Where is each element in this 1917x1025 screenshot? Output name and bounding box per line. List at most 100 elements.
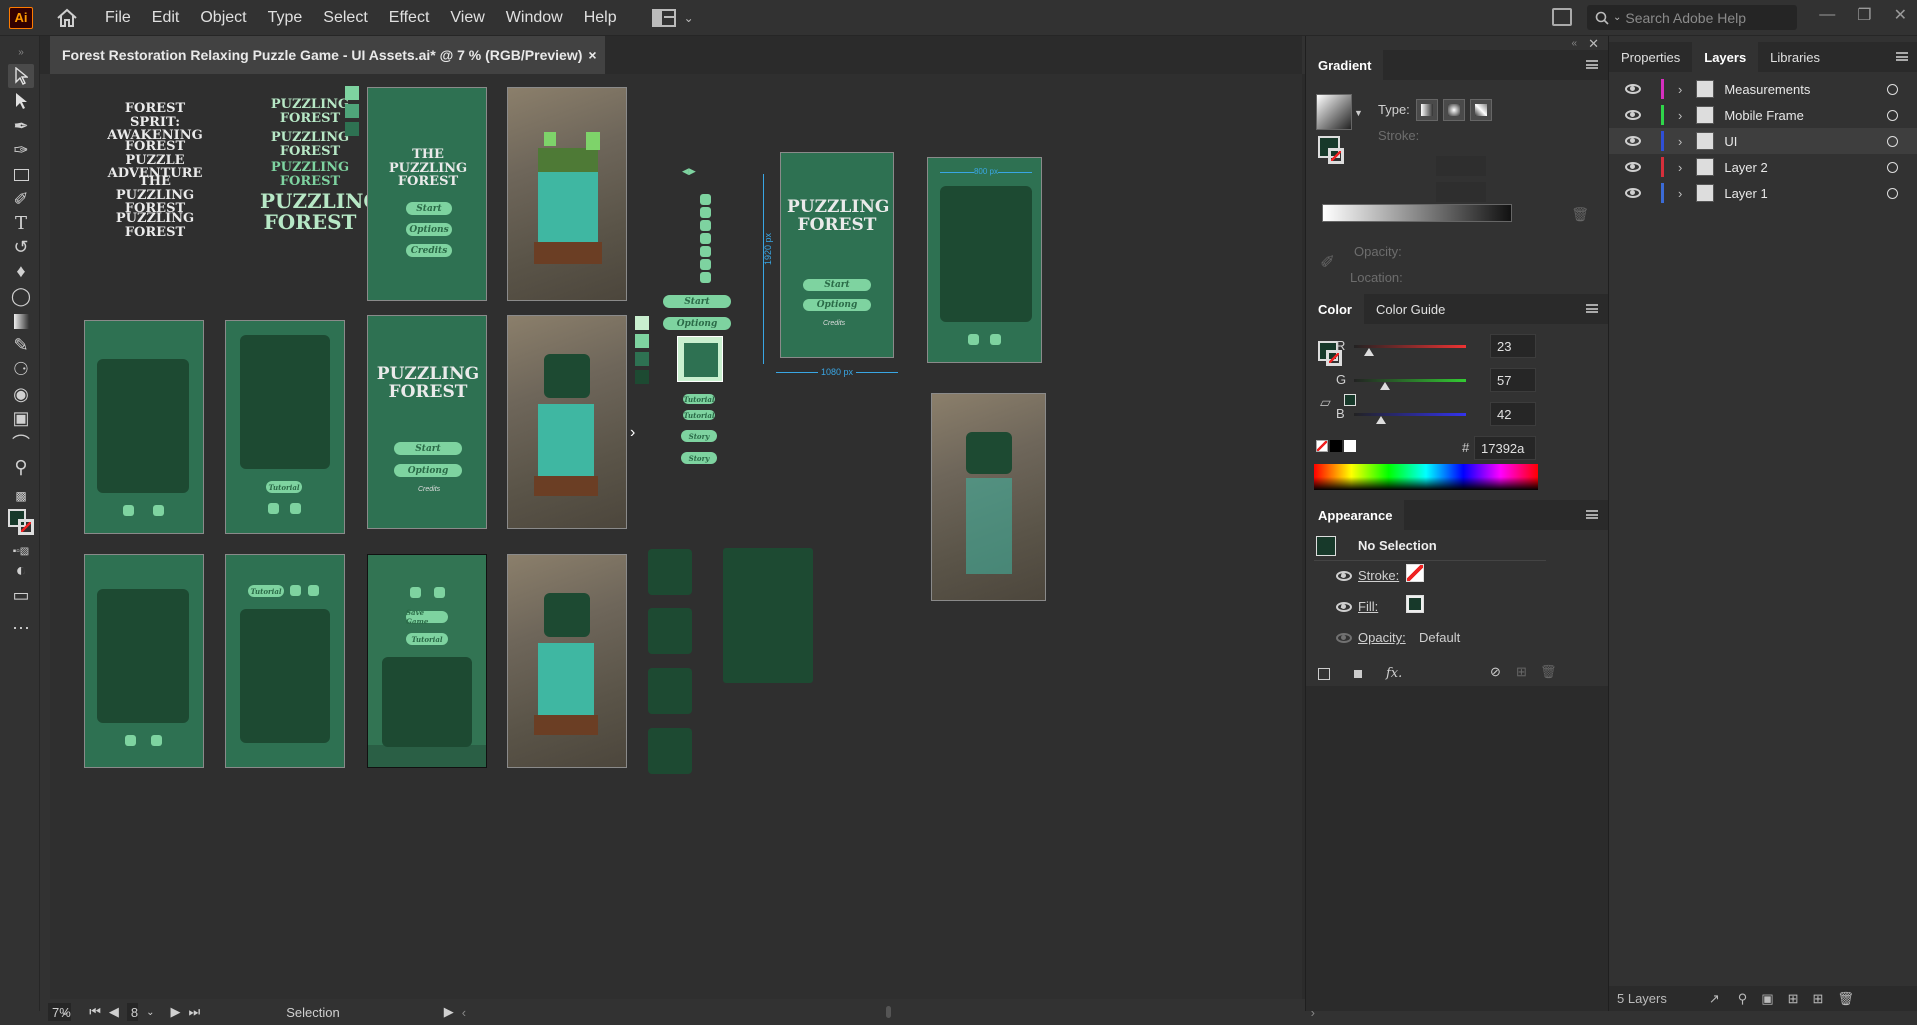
none-swatch[interactable]	[1316, 440, 1328, 452]
layer-target-icon[interactable]	[1887, 135, 1898, 147]
artboard-menu-2[interactable]: PUZZLING FOREST Start Optiong Credits	[367, 315, 487, 529]
music-icon[interactable]	[290, 503, 301, 514]
layer-row-mobile-frame[interactable]: › Mobile Frame	[1609, 102, 1917, 128]
rectangle-tool-icon[interactable]	[8, 163, 34, 187]
radial-gradient-icon[interactable]	[1443, 99, 1465, 121]
screen-mode-icon[interactable]: ▭	[8, 583, 34, 607]
g-slider[interactable]	[1354, 379, 1466, 382]
appearance-menu-icon[interactable]	[1586, 510, 1598, 519]
web-safe-swatch[interactable]	[1344, 394, 1356, 406]
draw-mode-icon[interactable]: ◐	[8, 558, 34, 582]
menu-file[interactable]: File	[105, 9, 131, 27]
music-icon[interactable]	[151, 735, 162, 746]
freeform-gradient-icon[interactable]	[1470, 99, 1492, 121]
lasso-tool-icon[interactable]: ◯	[8, 284, 34, 308]
artboard-menu-1[interactable]: THE PUZZLING FOREST Start Options Credit…	[367, 87, 487, 301]
layer-target-icon[interactable]	[1887, 161, 1898, 173]
preview-artboard-1[interactable]	[507, 87, 627, 301]
preview-artboard-3[interactable]	[507, 554, 627, 768]
fill-expand-icon[interactable]: ›	[1340, 597, 1344, 612]
cube-icon[interactable]: ▱	[1320, 394, 1331, 411]
tutorial-button-sm[interactable]: Tutorial	[683, 394, 715, 404]
layer-name[interactable]: Layer 2	[1724, 160, 1767, 175]
layer-name[interactable]: Layer 1	[1724, 186, 1767, 201]
start-button-2[interactable]: Start	[394, 442, 462, 455]
layer-target-icon[interactable]	[1887, 187, 1898, 199]
appearance-tab[interactable]: Appearance	[1306, 500, 1405, 530]
layer-row-ui[interactable]: › UI	[1609, 128, 1917, 154]
menu-help[interactable]: Help	[584, 9, 617, 27]
layer-row-measurements[interactable]: › Measurements	[1609, 76, 1917, 102]
tutorial-button-pause[interactable]: Tutorial	[406, 633, 448, 645]
layer-visibility-icon[interactable]	[1625, 188, 1641, 198]
add-effect-button[interactable]: fx.	[1386, 666, 1402, 681]
sound-icon[interactable]	[290, 585, 301, 596]
layer-name[interactable]: Measurements	[1724, 82, 1810, 97]
next-artboard-icon[interactable]: ▶	[171, 1004, 181, 1020]
delete-layer-icon[interactable]: 🗑	[1837, 991, 1854, 1007]
close-tab-icon[interactable]: ×	[588, 47, 596, 63]
music-icon[interactable]	[308, 585, 319, 596]
tutorial-button-top[interactable]: Tutorial	[248, 585, 284, 597]
layers-menu-icon[interactable]	[1896, 52, 1908, 61]
expand-layer-icon[interactable]: ›	[1678, 186, 1682, 201]
credits-link-2[interactable]: Credits	[418, 486, 440, 493]
collapse-toolbar-icon[interactable]: »	[8, 40, 34, 64]
scroll-left-icon[interactable]: ‹	[462, 1005, 466, 1020]
swatch-dark[interactable]	[345, 122, 359, 136]
swatch-mid-2[interactable]	[635, 352, 649, 366]
g-slider-thumb[interactable]	[1380, 382, 1390, 390]
artboard-tool-icon[interactable]: ▣	[8, 406, 34, 430]
story-button-2[interactable]: Story	[681, 452, 717, 464]
white-swatch[interactable]	[1344, 440, 1356, 452]
fill-stroke-swatch[interactable]	[8, 509, 34, 535]
menu-object[interactable]: Object	[200, 9, 246, 27]
artboard-empty-4[interactable]: Tutorial	[225, 554, 345, 768]
direct-selection-tool-icon[interactable]	[8, 89, 34, 113]
options-button-2[interactable]: Optiong	[394, 464, 462, 477]
add-stroke-icon[interactable]	[1318, 668, 1330, 680]
swatch-mid[interactable]	[345, 104, 359, 118]
swatch-dark-2[interactable]	[635, 370, 649, 384]
tutorial-button[interactable]: Tutorial	[266, 481, 302, 493]
gradient-tool-icon[interactable]	[8, 309, 34, 333]
expand-layer-icon[interactable]: ›	[1678, 108, 1682, 123]
black-swatch[interactable]	[1330, 440, 1342, 452]
b-slider-thumb[interactable]	[1376, 416, 1386, 424]
stroke-expand-icon[interactable]: ›	[1340, 566, 1344, 581]
artboard-start-screen[interactable]: PUZZLING FOREST Start Optiong Credits	[780, 152, 894, 358]
options-button-main[interactable]: Optiong	[803, 299, 871, 311]
clipping-mask-icon[interactable]: ▣	[1761, 991, 1773, 1007]
blend-tool-icon[interactable]: ⚆	[8, 357, 34, 381]
artboard-dialog-measure[interactable]: 800 px	[927, 157, 1042, 363]
horizontal-scroll-thumb[interactable]	[886, 1006, 891, 1018]
swatch-light-2[interactable]	[635, 334, 649, 348]
fill-label[interactable]: Fill:	[1358, 599, 1378, 614]
layer-visibility-icon[interactable]	[1625, 84, 1641, 94]
search-help-input[interactable]: ⌄ Search Adobe Help	[1587, 5, 1797, 30]
hex-field[interactable]: 17392a	[1474, 436, 1536, 460]
sound-icon[interactable]	[410, 587, 421, 598]
gradient-stroke-swatch[interactable]	[1328, 148, 1344, 164]
swatch-pale[interactable]	[635, 316, 649, 330]
artboard-chevron-icon[interactable]: ⌄	[146, 1007, 154, 1018]
layer-visibility-icon[interactable]	[1625, 110, 1641, 120]
sound-icon[interactable]	[123, 505, 134, 516]
zoom-chevron-icon[interactable]: ⌄	[61, 1007, 69, 1018]
menu-view[interactable]: View	[450, 9, 484, 27]
color-tab[interactable]: Color	[1306, 294, 1364, 324]
export-icon[interactable]: ↗	[1709, 991, 1720, 1007]
color-menu-icon[interactable]	[1586, 304, 1598, 313]
delete-stop-icon[interactable]: 🗑	[1571, 206, 1589, 223]
close-window-icon[interactable]: ✕	[1894, 5, 1907, 25]
menu-edit[interactable]: Edit	[152, 9, 180, 27]
layer-row-layer-1[interactable]: › Layer 1	[1609, 180, 1917, 206]
menu-select[interactable]: Select	[323, 9, 367, 27]
appearance-fill-swatch[interactable]	[1406, 595, 1424, 613]
gradient-eyedropper-icon[interactable]: ✐	[1320, 252, 1335, 273]
gradient-dropdown-icon[interactable]: ▼	[1354, 108, 1363, 118]
eraser-tool-icon[interactable]: ♦	[8, 259, 34, 283]
layer-visibility-icon[interactable]	[1625, 136, 1641, 146]
menu-type[interactable]: Type	[268, 9, 303, 27]
music-icon[interactable]	[153, 505, 164, 516]
